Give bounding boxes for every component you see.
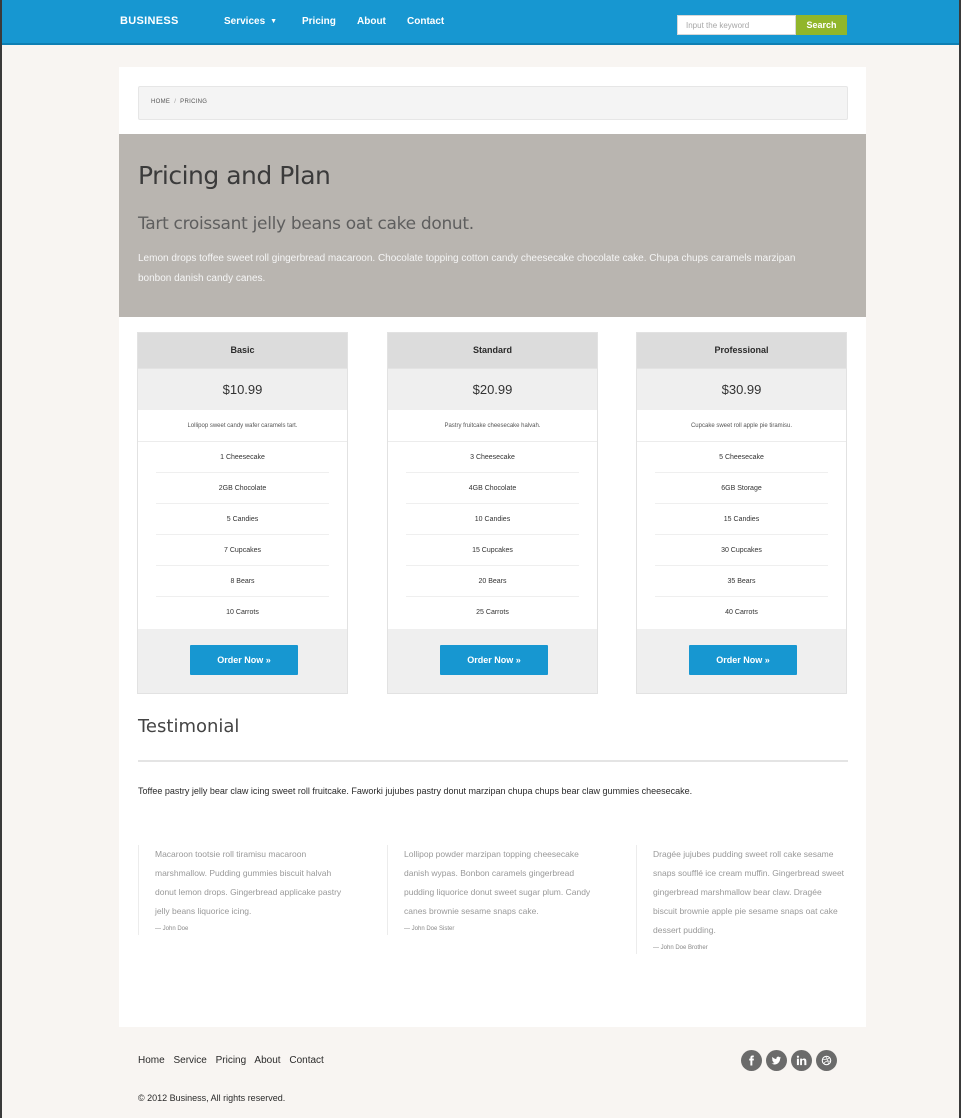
footer-link-contact[interactable]: Contact <box>289 1055 323 1066</box>
plan-feature: 6GB Storage <box>655 473 828 504</box>
plan-feature: 20 Bears <box>406 566 579 597</box>
testimonial-quote: Macaroon tootsie roll tiramisu macaroon … <box>138 845 348 935</box>
breadcrumb-home[interactable]: HOME <box>151 99 170 105</box>
footer-link-home[interactable]: Home <box>138 1055 165 1066</box>
quote-text: Lollipop powder marzipan topping cheesec… <box>404 849 591 916</box>
quote-author: — John Doe Sister <box>404 926 455 932</box>
plan-footer: Order Now » <box>388 629 597 693</box>
plan-price: $30.99 <box>637 368 846 410</box>
testimonial-quote: Lollipop powder marzipan topping cheesec… <box>387 845 597 935</box>
plan-feature: 8 Bears <box>156 566 329 597</box>
copyright-text: © 2012 Business, All rights reserved. <box>138 1093 286 1103</box>
twitter-icon[interactable] <box>766 1050 787 1071</box>
plan-feature: 15 Candies <box>655 504 828 535</box>
plan-name: Professional <box>637 333 846 368</box>
plan-name: Standard <box>388 333 597 368</box>
plan-feature: 30 Cupcakes <box>655 535 828 566</box>
nav-item-contact[interactable]: Contact <box>407 16 444 27</box>
breadcrumb: HOME / PRICING <box>138 86 848 120</box>
pricing-plan-professional: Professional $30.99 Cupcake sweet roll a… <box>636 332 847 694</box>
quote-author: — John Doe <box>155 926 189 932</box>
pricing-plan-basic: Basic $10.99 Lollipop sweet candy wafer … <box>137 332 348 694</box>
nav-item-label: Services <box>224 16 266 27</box>
nav-item-pricing[interactable]: Pricing <box>302 16 336 27</box>
footer-link-pricing[interactable]: Pricing <box>216 1055 247 1066</box>
plan-feature: 10 Carrots <box>226 609 259 616</box>
breadcrumb-separator: / <box>174 99 177 105</box>
linkedin-icon[interactable] <box>791 1050 812 1071</box>
footer-link-about[interactable]: About <box>254 1055 280 1066</box>
plan-description: Pastry fruitcake cheesecake halvah. <box>388 410 597 442</box>
breadcrumb-current: PRICING <box>180 99 208 105</box>
search-input[interactable] <box>677 15 796 35</box>
quote-author: — John Doe Brother <box>653 945 708 951</box>
plan-feature: 5 Candies <box>156 504 329 535</box>
nav-item-services[interactable]: Services ▼ <box>224 16 277 27</box>
plan-price: $10.99 <box>138 368 347 410</box>
search-button[interactable]: Search <box>796 15 847 35</box>
plan-feature: 1 Cheesecake <box>156 442 329 473</box>
plan-feature: 2GB Chocolate <box>156 473 329 504</box>
plan-footer: Order Now » <box>138 629 347 693</box>
facebook-icon[interactable] <box>741 1050 762 1071</box>
page-title: Pricing and Plan <box>138 161 331 190</box>
quote-text: Macaroon tootsie roll tiramisu macaroon … <box>155 849 342 916</box>
plan-feature: 40 Carrots <box>725 609 758 616</box>
order-now-button[interactable]: Order Now » <box>190 645 298 675</box>
order-now-button[interactable]: Order Now » <box>689 645 797 675</box>
plan-feature: 15 Cupcakes <box>406 535 579 566</box>
plan-footer: Order Now » <box>637 629 846 693</box>
plan-feature: 25 Carrots <box>476 609 509 616</box>
plan-feature: 35 Bears <box>655 566 828 597</box>
page-subtitle: Tart croissant jelly beans oat cake donu… <box>138 214 474 234</box>
footer-nav: Home Service Pricing About Contact <box>138 1055 330 1066</box>
plan-description: Lollipop sweet candy wafer caramels tart… <box>138 410 347 442</box>
pricing-plan-standard: Standard $20.99 Pastry fruitcake cheesec… <box>387 332 598 694</box>
plan-feature: 10 Candies <box>406 504 579 535</box>
dribbble-icon[interactable] <box>816 1050 837 1071</box>
brand-logo[interactable]: BUSINESS <box>120 15 179 27</box>
chevron-down-icon: ▼ <box>270 18 278 25</box>
order-now-button[interactable]: Order Now » <box>440 645 548 675</box>
plan-feature: 7 Cupcakes <box>156 535 329 566</box>
testimonial-heading: Testimonial <box>138 716 240 737</box>
main-container: HOME / PRICING Pricing and Plan Tart crois… <box>119 67 866 1027</box>
plan-feature: 4GB Chocolate <box>406 473 579 504</box>
plan-feature: 3 Cheesecake <box>406 442 579 473</box>
hero-banner: Pricing and Plan Tart croissant jelly be… <box>119 134 866 317</box>
quote-text: Dragée jujubes pudding sweet roll cake s… <box>653 849 845 935</box>
testimonial-intro: Toffee pastry jelly bear claw icing swee… <box>138 786 693 796</box>
plan-price: $20.99 <box>388 368 597 410</box>
plan-name: Basic <box>138 333 347 368</box>
top-navbar: BUSINESS Services ▼ Pricing About Contact… <box>2 0 959 45</box>
testimonial-quote: Dragée jujubes pudding sweet roll cake s… <box>636 845 846 954</box>
nav-item-about[interactable]: About <box>357 16 386 27</box>
plan-description: Cupcake sweet roll apple pie tiramisu. <box>637 410 846 442</box>
hero-description: Lemon drops toffee sweet roll gingerbrea… <box>138 253 796 284</box>
plan-feature: 5 Cheesecake <box>655 442 828 473</box>
section-divider <box>138 760 848 762</box>
footer-link-service[interactable]: Service <box>173 1055 206 1066</box>
